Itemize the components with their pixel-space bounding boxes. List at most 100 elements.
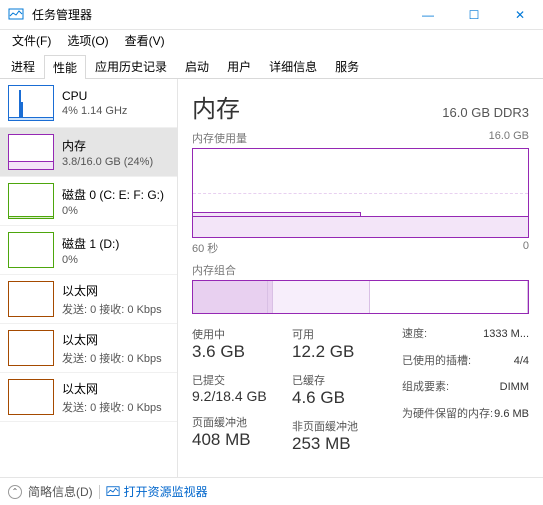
fewer-details-link[interactable]: 简略信息(D)	[28, 483, 93, 500]
memory-composition-graph[interactable]	[192, 280, 529, 314]
graph-labels: 内存使用量 16.0 GB	[192, 130, 529, 146]
minimize-button[interactable]: —	[405, 0, 451, 30]
comp-free	[370, 281, 528, 313]
sidebar-item-sub: 4% 1.14 GHz	[62, 105, 127, 117]
tab-services[interactable]: 服务	[326, 54, 368, 78]
tab-performance[interactable]: 性能	[44, 55, 86, 79]
stat-label: 页面缓冲池	[192, 414, 292, 430]
sidebar-item-label: 以太网	[62, 380, 162, 397]
content: CPU 4% 1.14 GHz 内存 3.8/16.0 GB (24%) 磁盘 …	[0, 79, 543, 477]
sidebar-item-ethernet-2[interactable]: 以太网 发送: 0 接收: 0 Kbps	[0, 373, 177, 422]
monitor-label: 打开资源监视器	[124, 483, 208, 500]
menu-file[interactable]: 文件(F)	[4, 30, 59, 50]
disk-mini-graph	[8, 232, 54, 268]
sidebar-item-memory[interactable]: 内存 3.8/16.0 GB (24%)	[0, 128, 177, 177]
stat-value: 9.2/18.4 GB	[192, 388, 292, 404]
sidebar-info: 内存 3.8/16.0 GB (24%)	[62, 134, 153, 170]
stat-label: 已缓存	[292, 372, 402, 388]
info-val: DIMM	[500, 379, 529, 396]
stat-paged: 页面缓冲池 408 MB	[192, 414, 292, 450]
sidebar-info: 以太网 发送: 0 接收: 0 Kbps	[62, 330, 162, 366]
sidebar-item-disk-1[interactable]: 磁盘 1 (D:) 0%	[0, 226, 177, 275]
cpu-mini-graph	[8, 85, 54, 121]
memory-spec: 16.0 GB DDR3	[442, 105, 529, 120]
stats: 使用中 3.6 GB 已提交 9.2/18.4 GB 页面缓冲池 408 MB …	[192, 326, 529, 454]
stats-col-3: 速度: 1333 M... 已使用的插槽: 4/4 组成要素: DIMM 为硬件…	[402, 326, 529, 454]
stat-value: 3.6 GB	[192, 342, 292, 362]
memory-mini-graph	[8, 134, 54, 170]
stat-cached: 已缓存 4.6 GB	[292, 372, 402, 408]
sidebar-item-label: 以太网	[62, 331, 162, 348]
sidebar-item-ethernet-1[interactable]: 以太网 发送: 0 接收: 0 Kbps	[0, 324, 177, 373]
stat-label: 可用	[292, 326, 402, 342]
stat-value: 253 MB	[292, 434, 402, 454]
stat-available: 可用 12.2 GB	[292, 326, 402, 362]
stat-value: 408 MB	[192, 430, 292, 450]
sidebar: CPU 4% 1.14 GHz 内存 3.8/16.0 GB (24%) 磁盘 …	[0, 79, 178, 477]
memory-usage-graph[interactable]	[192, 148, 529, 238]
tab-details[interactable]: 详细信息	[260, 54, 326, 78]
net-mini-graph	[8, 281, 54, 317]
info-reserved: 为硬件保留的内存: 9.6 MB	[402, 406, 529, 423]
time-end: 0	[523, 240, 529, 256]
chevron-up-icon[interactable]: ⌃	[8, 485, 22, 499]
composition-label: 内存组合	[192, 262, 529, 278]
close-button[interactable]: ✕	[497, 0, 543, 30]
window-controls: — ☐ ✕	[405, 0, 543, 30]
net-mini-graph	[8, 379, 54, 415]
tab-users[interactable]: 用户	[218, 54, 260, 78]
info-form: 组成要素: DIMM	[402, 379, 529, 396]
sidebar-item-label: 磁盘 1 (D:)	[62, 235, 119, 252]
window-title: 任务管理器	[32, 6, 405, 23]
sidebar-item-label: CPU	[62, 89, 127, 103]
maximize-button[interactable]: ☐	[451, 0, 497, 30]
tab-app-history[interactable]: 应用历史记录	[86, 54, 176, 78]
menu-view[interactable]: 查看(V)	[117, 30, 173, 50]
stat-nonpaged: 非页面缓冲池 253 MB	[292, 418, 402, 454]
main-header: 内存 16.0 GB DDR3	[192, 89, 529, 124]
divider	[99, 485, 100, 499]
tab-processes[interactable]: 进程	[2, 54, 44, 78]
sidebar-info: 以太网 发送: 0 接收: 0 Kbps	[62, 379, 162, 415]
sidebar-info: 磁盘 1 (D:) 0%	[62, 232, 119, 268]
info-key: 组成要素:	[402, 379, 449, 396]
disk-mini-graph	[8, 183, 54, 219]
menu-options[interactable]: 选项(O)	[59, 30, 116, 50]
app-icon	[8, 7, 24, 23]
sidebar-item-ethernet-0[interactable]: 以太网 发送: 0 接收: 0 Kbps	[0, 275, 177, 324]
comp-in-use	[193, 281, 268, 313]
info-key: 为硬件保留的内存:	[402, 406, 493, 423]
menubar: 文件(F) 选项(O) 查看(V)	[0, 30, 543, 50]
titlebar: 任务管理器 — ☐ ✕	[0, 0, 543, 30]
sidebar-item-disk-0[interactable]: 磁盘 0 (C: E: F: G:) 0%	[0, 177, 177, 226]
stat-label: 使用中	[192, 326, 292, 342]
sidebar-item-sub: 0%	[62, 254, 119, 266]
sidebar-item-sub: 3.8/16.0 GB (24%)	[62, 156, 153, 168]
stats-col-2: 可用 12.2 GB 已缓存 4.6 GB 非页面缓冲池 253 MB	[292, 326, 402, 454]
main-panel: 内存 16.0 GB DDR3 内存使用量 16.0 GB 60 秒 0 内存组…	[178, 79, 543, 477]
tabs: 进程 性能 应用历史记录 启动 用户 详细信息 服务	[0, 50, 543, 79]
info-val: 1333 M...	[483, 326, 529, 343]
sidebar-item-sub: 发送: 0 接收: 0 Kbps	[62, 399, 162, 415]
sidebar-item-label: 磁盘 0 (C: E: F: G:)	[62, 186, 164, 203]
usage-label: 内存使用量	[192, 130, 247, 146]
time-start: 60 秒	[192, 240, 218, 256]
tab-startup[interactable]: 启动	[176, 54, 218, 78]
comp-standby	[273, 281, 369, 313]
stat-in-use: 使用中 3.6 GB	[192, 326, 292, 362]
monitor-icon	[106, 485, 120, 499]
open-resource-monitor-link[interactable]: 打开资源监视器	[106, 483, 208, 500]
footer: ⌃ 简略信息(D) 打开资源监视器	[0, 477, 543, 505]
info-val: 4/4	[514, 353, 529, 370]
info-key: 已使用的插槽:	[402, 353, 471, 370]
sidebar-item-sub: 发送: 0 接收: 0 Kbps	[62, 301, 162, 317]
usage-max: 16.0 GB	[489, 130, 529, 146]
sidebar-item-cpu[interactable]: CPU 4% 1.14 GHz	[0, 79, 177, 128]
sidebar-item-sub: 发送: 0 接收: 0 Kbps	[62, 350, 162, 366]
stat-value: 4.6 GB	[292, 388, 402, 408]
net-mini-graph	[8, 330, 54, 366]
info-slots: 已使用的插槽: 4/4	[402, 353, 529, 370]
sidebar-info: 以太网 发送: 0 接收: 0 Kbps	[62, 281, 162, 317]
sidebar-info: 磁盘 0 (C: E: F: G:) 0%	[62, 183, 164, 219]
info-key: 速度:	[402, 326, 427, 343]
